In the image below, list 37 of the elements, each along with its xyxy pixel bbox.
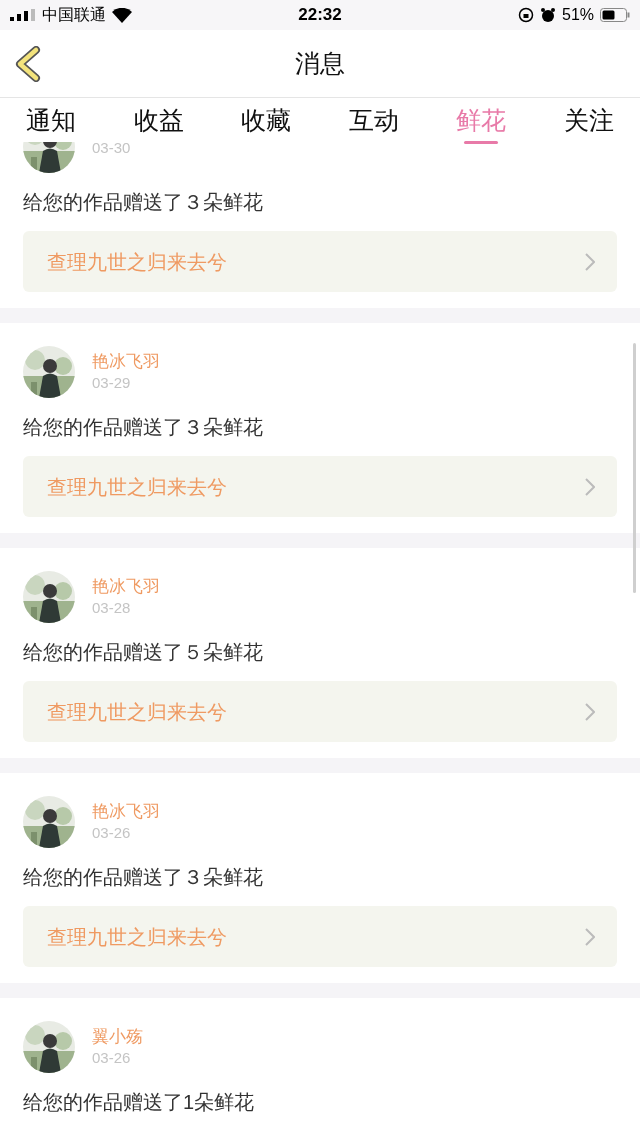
tab[interactable]: 鲜花: [456, 98, 507, 142]
work-link[interactable]: 查理九世之归来去兮: [23, 681, 617, 742]
tab[interactable]: 收益: [133, 98, 184, 142]
message-date: 03-28: [92, 598, 132, 618]
tab[interactable]: 互动: [348, 98, 399, 142]
message-date: 03-26: [92, 1048, 132, 1068]
tab[interactable]: 收藏: [241, 98, 292, 142]
battery-percentage: 51%: [562, 5, 594, 25]
work-link[interactable]: 查理九世之归来去兮: [23, 231, 617, 292]
user-name[interactable]: 艳冰飞羽: [92, 351, 160, 372]
chevron-icon: [585, 927, 595, 946]
chevron-icon: [585, 477, 595, 496]
rotation-lock-icon: [518, 7, 534, 23]
clock-time: 22:32: [298, 4, 342, 27]
message-text: 给您的作品赠送了３朵鲜花: [23, 865, 264, 890]
chevron-icon: [585, 702, 595, 721]
message-date: 03-26: [92, 823, 132, 843]
user-name[interactable]: 翼小殇: [92, 1026, 143, 1047]
tab[interactable]: 通知: [26, 98, 76, 142]
user-name[interactable]: 艳冰飞羽: [92, 576, 160, 597]
message-text: 给您的作品赠送了３朵鲜花: [23, 190, 264, 215]
battery-icon: [600, 8, 630, 22]
message-text: 给您的作品赠送了1朵鲜花: [23, 1090, 256, 1115]
message-date: 03-29: [92, 373, 132, 393]
tab[interactable]: 关注: [563, 98, 614, 142]
message-text: 给您的作品赠送了５朵鲜花: [23, 640, 264, 665]
message-text: 给您的作品赠送了３朵鲜花: [23, 415, 264, 440]
page-title: 消息: [295, 47, 345, 79]
wifi-icon: [112, 7, 132, 23]
signal-icon: [10, 9, 36, 21]
work-link[interactable]: 查理九世之归来去兮: [23, 456, 617, 517]
alarm-icon: [540, 7, 556, 23]
chevron-icon: [585, 252, 595, 271]
user-name[interactable]: 艳冰飞羽: [92, 801, 160, 822]
message-date: 03-30: [92, 142, 131, 158]
work-link[interactable]: 查理九世之归来去兮: [23, 906, 617, 967]
carrier-name: 中国联通: [42, 5, 106, 25]
